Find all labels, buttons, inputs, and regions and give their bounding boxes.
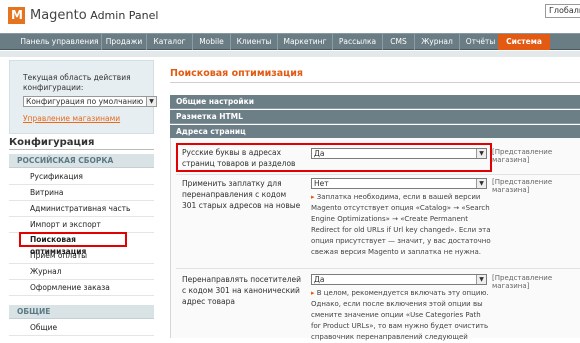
nav-marketing[interactable]: Маркетинг bbox=[278, 34, 333, 50]
nav-log[interactable]: Журнал bbox=[415, 34, 460, 50]
sidebar-item-import-export[interactable]: Импорт и экспорт bbox=[9, 217, 154, 233]
sidebar-item-checkout[interactable]: Оформление заказа bbox=[9, 280, 154, 296]
note-text: Заплатка необходима, если в вашей версии… bbox=[311, 193, 491, 256]
field-label: Применить заплатку для перенаправления с… bbox=[182, 179, 301, 210]
config-title: Конфигурация bbox=[9, 137, 95, 148]
sidebar-group-label: РОССИЙСКАЯ СБОРКА bbox=[17, 156, 114, 165]
logo-text: Magento bbox=[30, 8, 87, 23]
redirect-patch-select[interactable]: Нет ▼ bbox=[311, 178, 487, 189]
field-label: Перенаправлять посетителей с кодом 301 н… bbox=[182, 275, 302, 306]
nav-dashboard[interactable]: Панель управления bbox=[18, 34, 102, 50]
sidebar-item-storefront[interactable]: Витрина bbox=[9, 185, 154, 201]
scope-switcher: Текущая область действия конфигурации: К… bbox=[9, 60, 157, 134]
section-html-markup[interactable]: Разметка HTML bbox=[170, 110, 580, 124]
select-value: Нет bbox=[314, 179, 329, 188]
sidebar-item-seo[interactable]: Поисковая оптимизация bbox=[19, 232, 127, 256]
sidebar-item-general[interactable]: Общие bbox=[9, 320, 154, 336]
page-title: Поисковая оптимизация bbox=[170, 68, 303, 79]
scope-note: [Представление магазина] bbox=[492, 148, 553, 164]
sidebar-item-admin[interactable]: Административная часть bbox=[9, 201, 154, 217]
global-search-input[interactable]: Глобаль bbox=[545, 4, 580, 18]
section-page-urls[interactable]: Адреса страниц bbox=[170, 125, 580, 139]
canonical-redirect-select[interactable]: Да ▼ bbox=[311, 274, 487, 285]
divider bbox=[9, 149, 154, 150]
nav-reports[interactable]: Отчёты bbox=[460, 34, 502, 50]
sidebar-item-payment[interactable]: Приём оплаты bbox=[9, 248, 154, 264]
sidebar-group-label: ОБЩИЕ bbox=[17, 307, 51, 316]
sidebar-group-general[interactable]: ОБЩИЕ bbox=[9, 305, 154, 319]
nav-customers[interactable]: Клиенты bbox=[231, 34, 278, 50]
scope-note: [Представление магазина] bbox=[492, 274, 553, 290]
nav-sales[interactable]: Продажи bbox=[102, 34, 147, 50]
chevron-down-icon: ▼ bbox=[146, 97, 156, 106]
sidebar-item-log[interactable]: Журнал bbox=[9, 264, 154, 280]
note-text: В целом, рекомендуется включать эту опци… bbox=[311, 289, 489, 341]
manage-stores-link[interactable]: Управление магазинами bbox=[23, 114, 120, 123]
divider bbox=[176, 174, 580, 175]
nav-newsletter[interactable]: Рассылка bbox=[333, 34, 383, 50]
chevron-down-icon: ▼ bbox=[476, 179, 486, 188]
magento-logo-icon bbox=[8, 7, 25, 24]
nav-catalog[interactable]: Каталог bbox=[147, 34, 193, 50]
sidebar-group-russian[interactable]: РОССИЙСКАЯ СБОРКА bbox=[9, 154, 154, 168]
sidebar-item-localization[interactable]: Русификация bbox=[9, 169, 154, 185]
nav-cms[interactable]: CMS bbox=[383, 34, 415, 50]
select-value: Да bbox=[314, 275, 325, 284]
nav-system[interactable]: Система bbox=[498, 34, 550, 50]
header: Magento Admin Panel Глобаль bbox=[0, 0, 580, 33]
main-nav: Панель управления Продажи Каталог Mobile… bbox=[0, 33, 580, 50]
subnav-bar bbox=[0, 51, 580, 57]
select-value: Да bbox=[314, 149, 325, 158]
cyrillic-urls-select[interactable]: Да ▼ bbox=[311, 148, 487, 159]
divider bbox=[170, 82, 580, 83]
scope-note: [Представление магазина] bbox=[492, 178, 553, 194]
field-note: ▸ В целом, рекомендуется включать эту оп… bbox=[311, 288, 491, 343]
divider bbox=[176, 268, 580, 269]
scope-label: Текущая область действия конфигурации: bbox=[23, 73, 131, 92]
scope-select-value: Конфигурация по умолчанию bbox=[26, 97, 144, 106]
field-label: Русские буквы в адресах страниц товаров … bbox=[182, 148, 296, 168]
scope-select[interactable]: Конфигурация по умолчанию ▼ bbox=[23, 96, 157, 107]
field-note: ▸ Заплатка необходима, если в вашей верс… bbox=[311, 192, 491, 258]
chevron-down-icon: ▼ bbox=[476, 149, 486, 158]
nav-mobile[interactable]: Mobile bbox=[193, 34, 231, 50]
panel-text: Admin Panel bbox=[90, 9, 159, 22]
section-general-settings[interactable]: Общие настройки bbox=[170, 95, 580, 109]
chevron-down-icon: ▼ bbox=[476, 275, 486, 284]
app-title: Magento Admin Panel bbox=[30, 8, 158, 23]
